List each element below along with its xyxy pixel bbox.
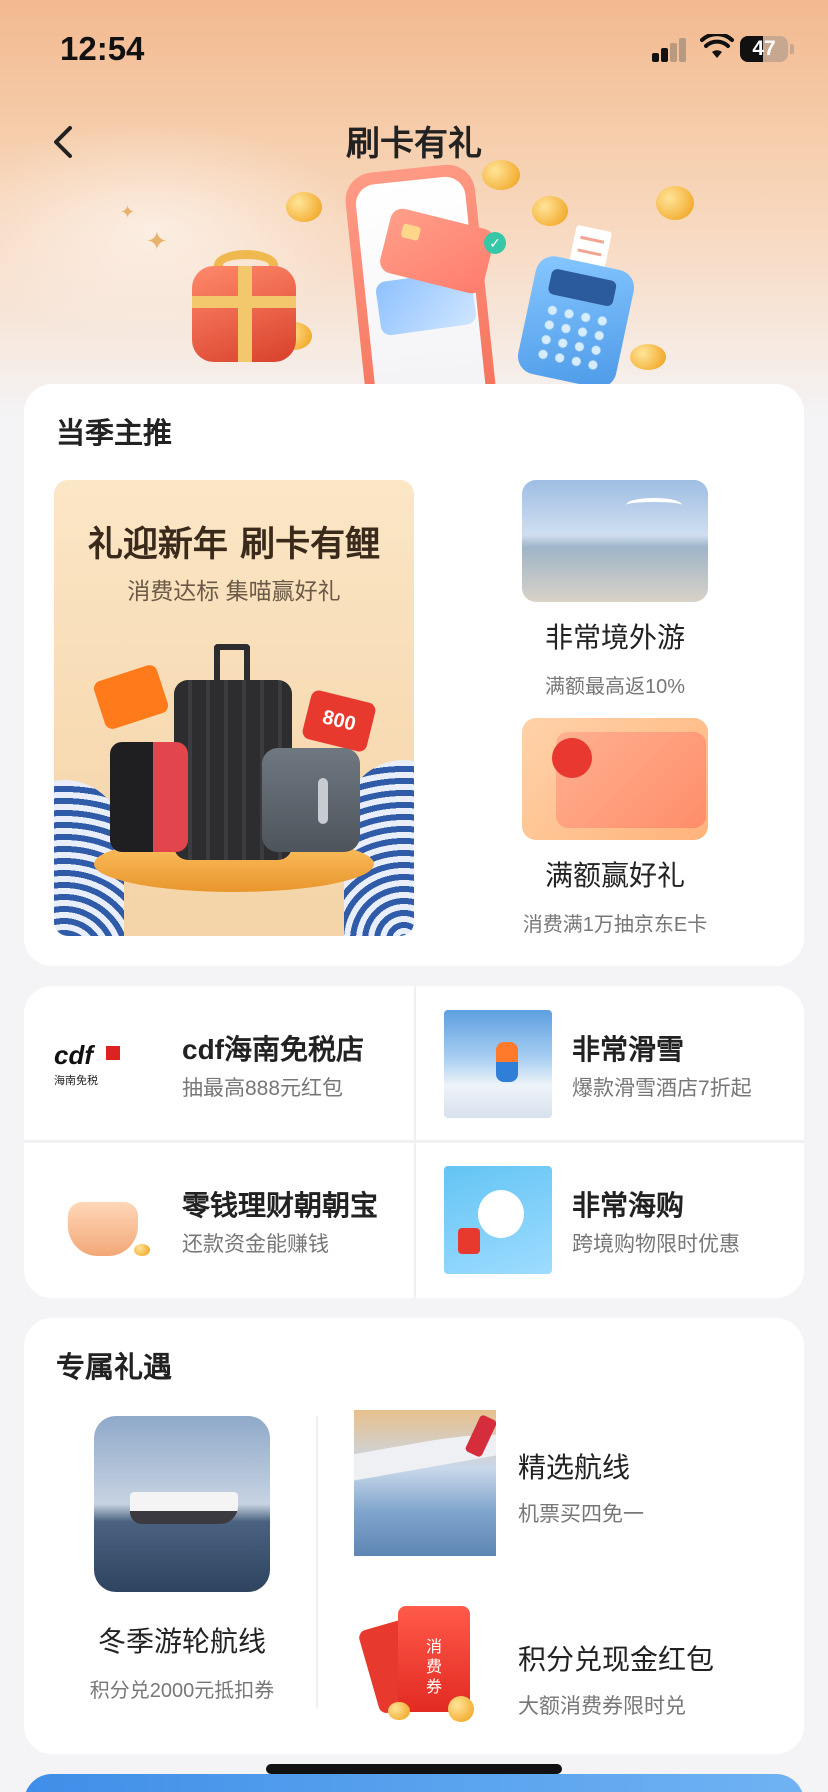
coupon-tag (91, 663, 171, 731)
red-envelope-image[interactable]: 消费券 (357, 1600, 490, 1728)
grid-item-wealth[interactable]: 零钱理财朝朝宝 还款资金能赚钱 (24, 1142, 414, 1298)
bird-icon (626, 498, 682, 512)
skier-figure (496, 1042, 518, 1082)
coffee-machine-image (110, 742, 188, 852)
status-time: 12:54 (60, 30, 145, 67)
section-title: 专属礼遇 (56, 1350, 173, 1384)
overseas-travel-desc: 满额最高返10% (544, 676, 686, 698)
grid-item-desc: 跨境购物限时优惠 (572, 1233, 740, 1256)
next-section-peek (24, 1774, 804, 1792)
cdf-logo-subtext: 海南免税 (54, 1075, 98, 1087)
promo-title: 礼迎新年 刷卡有鲤 (87, 524, 381, 565)
coin-icon (656, 186, 694, 220)
pos-terminal-illustration (514, 252, 638, 392)
promo-subtitle: 消费达标 集喵赢好礼 (127, 578, 341, 604)
battery-level: 47 (752, 37, 776, 60)
shopping-bag-icon (458, 1228, 480, 1254)
gift-reward-desc: 消费满1万抽京东E卡 (522, 914, 708, 936)
ski-image (444, 1010, 552, 1118)
grid-item-name: cdf海南免税店 (182, 1034, 365, 1065)
battery-icon: 47 (740, 36, 788, 62)
overseas-shopping-image (444, 1166, 552, 1274)
cruise-image[interactable] (94, 1416, 270, 1592)
grid-item-desc: 还款资金能赚钱 (182, 1233, 329, 1256)
cat-mascot (478, 1190, 524, 1238)
overseas-travel-name[interactable]: 非常境外游 (460, 616, 770, 656)
page-title: 刷卡有礼 (346, 125, 482, 163)
wifi-icon (700, 34, 734, 58)
coin-icon (388, 1702, 410, 1720)
coin-icon (286, 192, 322, 222)
sparkle-icon: ✦ (146, 226, 168, 256)
featured-section: 当季主推 礼迎新年 刷卡有鲤 消费达标 集喵赢好礼 800 非常境外游 满额最高… (24, 384, 804, 966)
home-indicator[interactable] (266, 1764, 562, 1774)
coin-icon (630, 344, 666, 370)
red-envelope-name[interactable]: 积分兑现金红包 (518, 1638, 714, 1678)
battery-tip (790, 44, 794, 54)
cdf-logo: cdf 海南免税 (54, 1010, 162, 1118)
cruise-name[interactable]: 冬季游轮航线 (44, 1620, 320, 1660)
overseas-travel-image[interactable] (522, 480, 708, 602)
grid-item-desc: 抽最高888元红包 (182, 1077, 344, 1100)
gift-box-icon (192, 266, 296, 362)
main-promo-banner[interactable]: 礼迎新年 刷卡有鲤 消费达标 集喵赢好礼 800 (54, 480, 414, 936)
grid-item-desc: 爆款滑雪酒店7折起 (572, 1077, 752, 1100)
coin-icon (448, 1696, 474, 1722)
flight-desc: 机票买四免一 (518, 1503, 644, 1526)
cruise-ship (130, 1492, 238, 1524)
grid-item-name: 非常海购 (572, 1190, 685, 1221)
coin-icon (532, 196, 568, 226)
coupon-tag: 800 (300, 688, 378, 754)
cloud-pay-badge (552, 738, 592, 778)
envelope-text: 消费券 (425, 1639, 442, 1696)
flight-image[interactable] (354, 1410, 496, 1556)
check-icon: ✓ (484, 232, 506, 254)
wealth-pot-image (54, 1166, 162, 1274)
flight-name[interactable]: 精选航线 (518, 1446, 630, 1486)
exclusive-section: 专属礼遇 冬季游轮航线 积分兑2000元抵扣券 精选航线 机票买四免一 消费券 … (24, 1318, 804, 1754)
grid-item-shopping[interactable]: 非常海购 跨境购物限时优惠 (414, 1142, 804, 1298)
air-fryer-image (262, 748, 360, 852)
gift-reward-name[interactable]: 满额赢好礼 (460, 854, 770, 894)
red-envelope-desc: 大额消费券限时兑 (518, 1695, 686, 1718)
pot-icon (68, 1202, 138, 1256)
grid-item-name: 非常滑雪 (572, 1034, 685, 1065)
services-grid: cdf 海南免税 cdf海南免税店 抽最高888元红包 非常滑雪 爆款滑雪酒店7… (24, 986, 804, 1298)
gift-card-image[interactable] (522, 718, 708, 840)
cdf-logo-text: cdf (54, 1040, 93, 1070)
coin-icon (134, 1244, 150, 1256)
sparkle-icon: ✦ (120, 202, 136, 222)
status-bar: 12:54 47 (0, 28, 828, 72)
grid-item-ski[interactable]: 非常滑雪 爆款滑雪酒店7折起 (414, 986, 804, 1142)
section-title: 当季主推 (56, 416, 173, 450)
cruise-desc: 积分兑2000元抵扣券 (89, 1680, 275, 1702)
grid-item-cdf[interactable]: cdf 海南免税 cdf海南免税店 抽最高888元红包 (24, 986, 414, 1142)
signal-icon (652, 38, 686, 62)
section-divider (316, 1416, 318, 1708)
suitcase-handle (214, 644, 250, 684)
cdf-logo-badge (106, 1046, 120, 1060)
grid-item-name: 零钱理财朝朝宝 (182, 1190, 379, 1221)
